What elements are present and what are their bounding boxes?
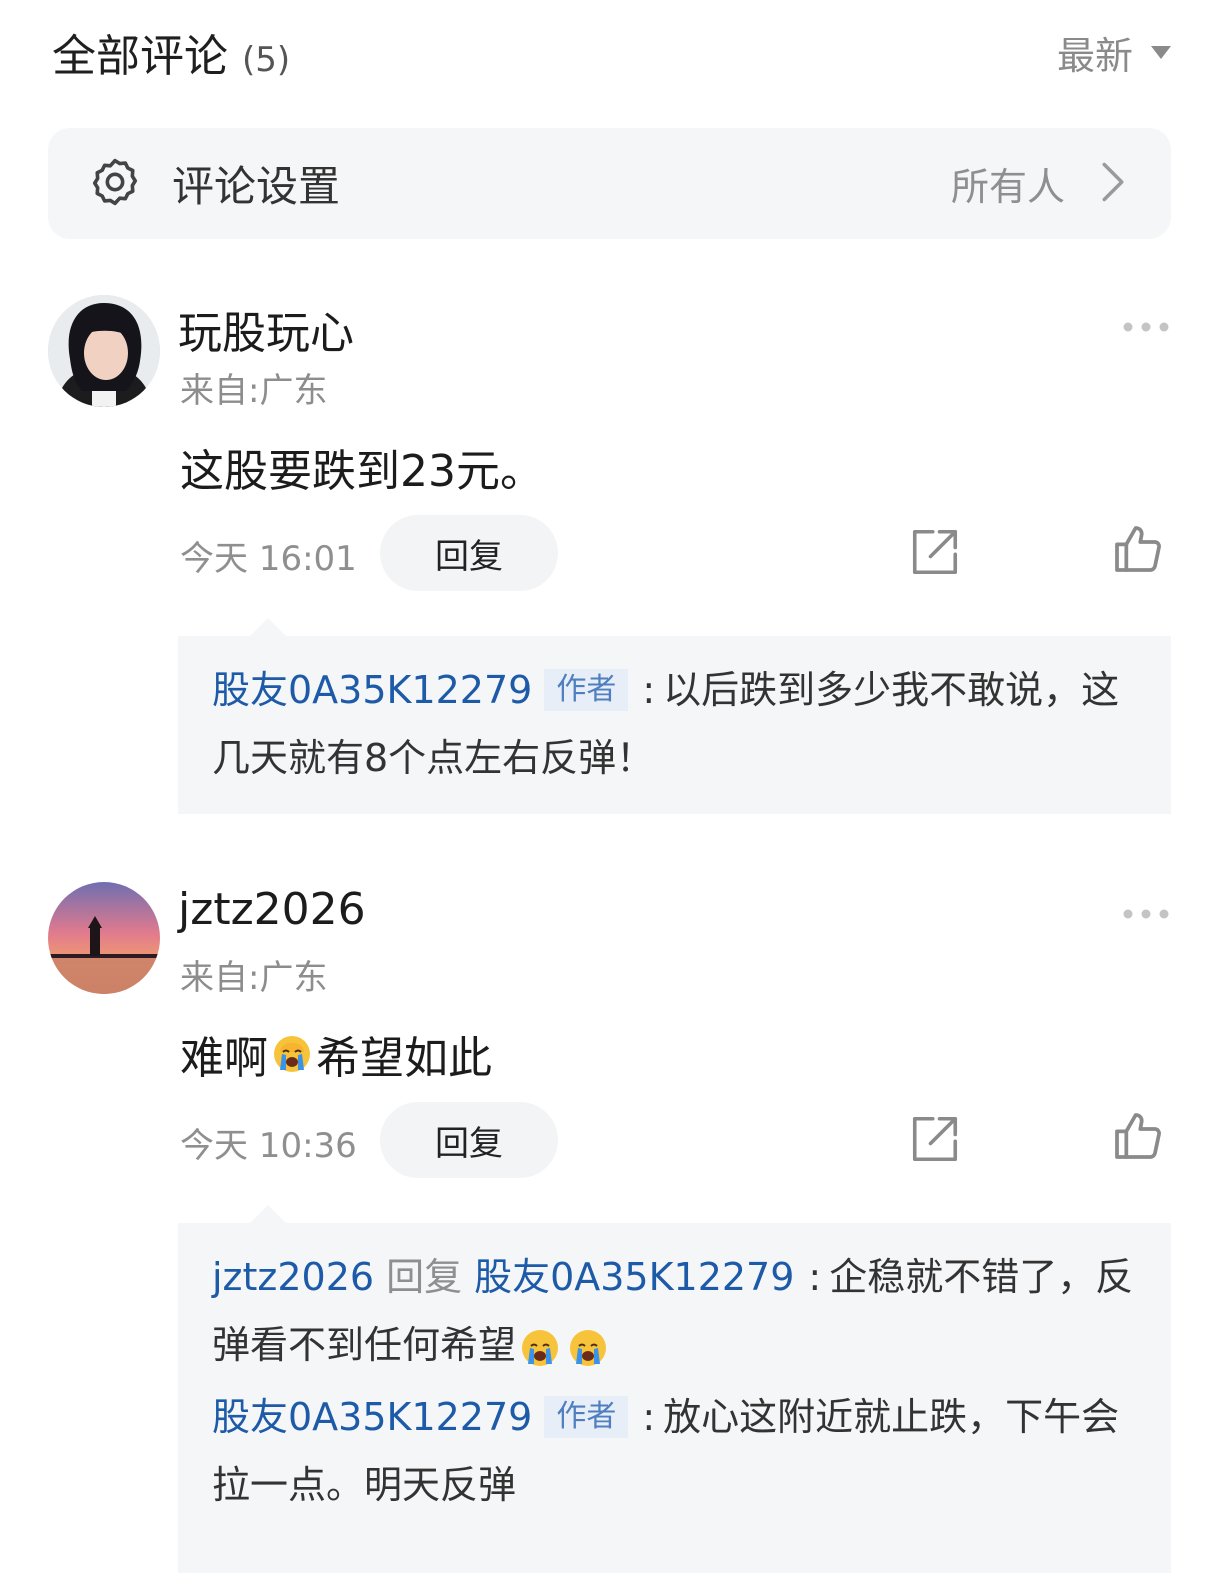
reply-verb: 回复 [386, 1255, 463, 1299]
page-title: 全部评论 [52, 31, 228, 82]
comment-text-part: 希望如此 [316, 1033, 492, 1084]
reply-username[interactable]: jztz2026 [212, 1255, 374, 1299]
settings-right: 所有人 [951, 156, 1127, 211]
avatar[interactable] [48, 882, 160, 994]
reply-separator: : [642, 668, 656, 712]
reply-item: jztz2026 回复 股友0A35K12279: 企稳就不错了，反弹看不到任何希望 [212, 1243, 1137, 1379]
comment-text-part: 难啊 [180, 1033, 268, 1084]
header-title-group: 全部评论 (5) [52, 20, 290, 84]
sort-dropdown[interactable]: 最新 [1057, 25, 1171, 80]
settings-label: 评论设置 [172, 162, 341, 211]
more-dots-icon [1123, 909, 1169, 919]
thumbs-up-icon [1115, 1113, 1161, 1159]
avatar[interactable] [48, 295, 160, 407]
reply-separator: : [642, 1395, 656, 1439]
timestamp: 今天 10:36 [180, 1126, 357, 1166]
chevron-right-icon [1065, 161, 1127, 207]
sort-label: 最新 [1056, 33, 1133, 78]
location-label: 来自:广东 [180, 371, 328, 411]
reply-item: 股友0A35K12279 作者: 以后跌到多少我不敢说，这几天就有8个点左右反弹！ [212, 656, 1137, 792]
reply-button[interactable]: 回复 [380, 1102, 558, 1178]
reply-button[interactable]: 回复 [380, 515, 558, 591]
gear-icon [88, 155, 142, 213]
reply-separator: : [808, 1255, 822, 1299]
comment-text: 难啊 希望如此 [180, 1022, 492, 1086]
share-icon [912, 529, 958, 575]
comment-count: (5) [242, 40, 291, 80]
location-label: 来自:广东 [180, 958, 328, 998]
more-options-button[interactable] [1121, 904, 1171, 924]
reply-thread: 股友0A35K12279 作者: 以后跌到多少我不敢说，这几天就有8个点左右反弹！ [178, 618, 1171, 814]
author-badge: 作者 [544, 1396, 629, 1438]
more-dots-icon [1123, 322, 1169, 332]
timestamp: 今天 16:01 [180, 539, 357, 579]
reply-target-username[interactable]: 股友0A35K12279 [474, 1255, 794, 1299]
comment-text: 这股要跌到23元。 [180, 446, 544, 497]
comments-header: 全部评论 (5) 最新 [52, 22, 1171, 82]
crying-face-emoji-icon [272, 1034, 312, 1074]
username[interactable]: jztz2026 [178, 884, 366, 935]
crying-face-emoji-icon [568, 1328, 608, 1368]
username[interactable]: 玩股玩心 [178, 297, 354, 361]
author-badge: 作者 [544, 669, 629, 711]
crying-face-emoji-icon [520, 1328, 560, 1368]
reply-username[interactable]: 股友0A35K12279 [212, 668, 532, 712]
comment-settings-row[interactable]: 评论设置 所有人 [48, 128, 1171, 239]
settings-value: 所有人 [950, 165, 1065, 209]
like-button[interactable] [1110, 1108, 1166, 1164]
thumbs-up-icon [1115, 526, 1161, 572]
like-button[interactable] [1110, 521, 1166, 577]
reply-username[interactable]: 股友0A35K12279 [212, 1395, 532, 1439]
reply-thread: jztz2026 回复 股友0A35K12279: 企稳就不错了，反弹看不到任何希望 … [178, 1205, 1171, 1573]
share-button[interactable] [908, 525, 962, 579]
settings-left: 评论设置 [88, 153, 340, 214]
reply-item: 股友0A35K12279 作者: 放心这附近就止跌，下午会拉一点。明天反弹 [212, 1383, 1137, 1519]
share-button[interactable] [908, 1112, 962, 1166]
caret-down-icon [1151, 45, 1171, 59]
share-icon [912, 1116, 958, 1162]
more-options-button[interactable] [1121, 317, 1171, 337]
